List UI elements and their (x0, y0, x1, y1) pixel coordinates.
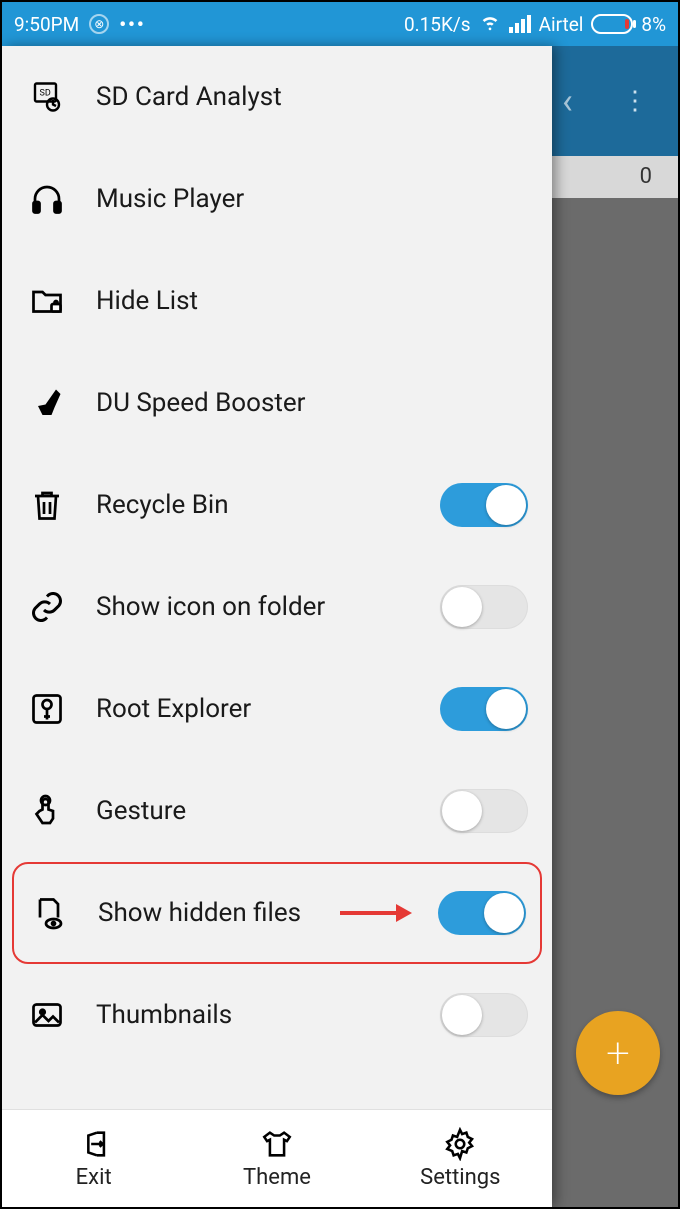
menu-label: Music Player (96, 184, 528, 214)
settings-label: Settings (420, 1165, 500, 1190)
toggle-thumbnails[interactable] (440, 993, 528, 1037)
folder-lock-icon (26, 280, 68, 322)
menu-item-recycle-bin[interactable]: Recycle Bin (2, 454, 552, 556)
menu-item-hide-list[interactable]: Hide List (2, 250, 552, 352)
menu-label: Show icon on folder (96, 592, 412, 622)
notification-icon: ⊗ (89, 14, 109, 34)
battery-icon (591, 14, 633, 34)
menu-item-sd-card[interactable]: SD SD Card Analyst (2, 46, 552, 148)
settings-button[interactable]: Settings (369, 1110, 552, 1207)
gear-icon (443, 1127, 477, 1161)
trash-icon (26, 484, 68, 526)
menu-label: Gesture (96, 796, 412, 826)
menu-label: Recycle Bin (96, 490, 412, 520)
broom-icon (26, 382, 68, 424)
exit-icon (77, 1127, 111, 1161)
sd-card-icon: SD (26, 76, 68, 118)
kebab-menu-icon[interactable]: ⋮ (622, 97, 648, 105)
annotation-arrow (340, 904, 412, 922)
menu-label: DU Speed Booster (96, 388, 528, 418)
signal-icon (509, 15, 531, 33)
exit-button[interactable]: Exit (2, 1110, 185, 1207)
tshirt-icon (260, 1127, 294, 1161)
carrier-label: Airtel (539, 13, 584, 36)
toggle-root-explorer[interactable] (440, 687, 528, 731)
svg-text:SD: SD (40, 89, 51, 99)
network-speed: 0.15K/s (404, 13, 471, 36)
wifi-icon (479, 11, 501, 38)
drawer-bottom-bar: Exit Theme Settings (2, 1109, 552, 1207)
menu-label: SD Card Analyst (96, 82, 528, 112)
menu-label: Hide List (96, 286, 528, 316)
status-bar: 9:50PM ⊗ ••• 0.15K/s Airtel 8% (2, 2, 678, 46)
menu-label: Thumbnails (96, 1000, 412, 1030)
battery-pct: 8% (641, 13, 666, 36)
chevron-left-icon[interactable]: ‹ (562, 80, 573, 122)
exit-label: Exit (76, 1165, 112, 1190)
image-icon (26, 994, 68, 1036)
count-value: 0 (640, 164, 652, 189)
menu-item-music[interactable]: Music Player (2, 148, 552, 250)
menu-item-root-explorer[interactable]: Root Explorer (2, 658, 552, 760)
toggle-show-icon-folder[interactable] (440, 585, 528, 629)
menu-item-gesture[interactable]: Gesture (2, 760, 552, 862)
side-drawer: SD SD Card Analyst Music Player Hide Lis… (2, 46, 552, 1207)
headphones-icon (26, 178, 68, 220)
toggle-gesture[interactable] (440, 789, 528, 833)
status-dots-icon: ••• (119, 13, 145, 36)
menu-item-show-icon-folder[interactable]: Show icon on folder (2, 556, 552, 658)
theme-label: Theme (243, 1165, 311, 1190)
fab-add-button[interactable]: + (576, 1011, 660, 1095)
gesture-icon (26, 790, 68, 832)
file-eye-icon (28, 892, 70, 934)
menu-item-speed-booster[interactable]: DU Speed Booster (2, 352, 552, 454)
menu-item-thumbnails[interactable]: Thumbnails (2, 964, 552, 1066)
key-square-icon (26, 688, 68, 730)
link-icon (26, 586, 68, 628)
toggle-show-hidden-files[interactable] (438, 891, 526, 935)
status-time: 9:50PM (14, 13, 79, 36)
menu-item-show-hidden-files[interactable]: Show hidden files (12, 862, 542, 964)
menu-label: Root Explorer (96, 694, 412, 724)
theme-button[interactable]: Theme (185, 1110, 368, 1207)
toggle-recycle-bin[interactable] (440, 483, 528, 527)
